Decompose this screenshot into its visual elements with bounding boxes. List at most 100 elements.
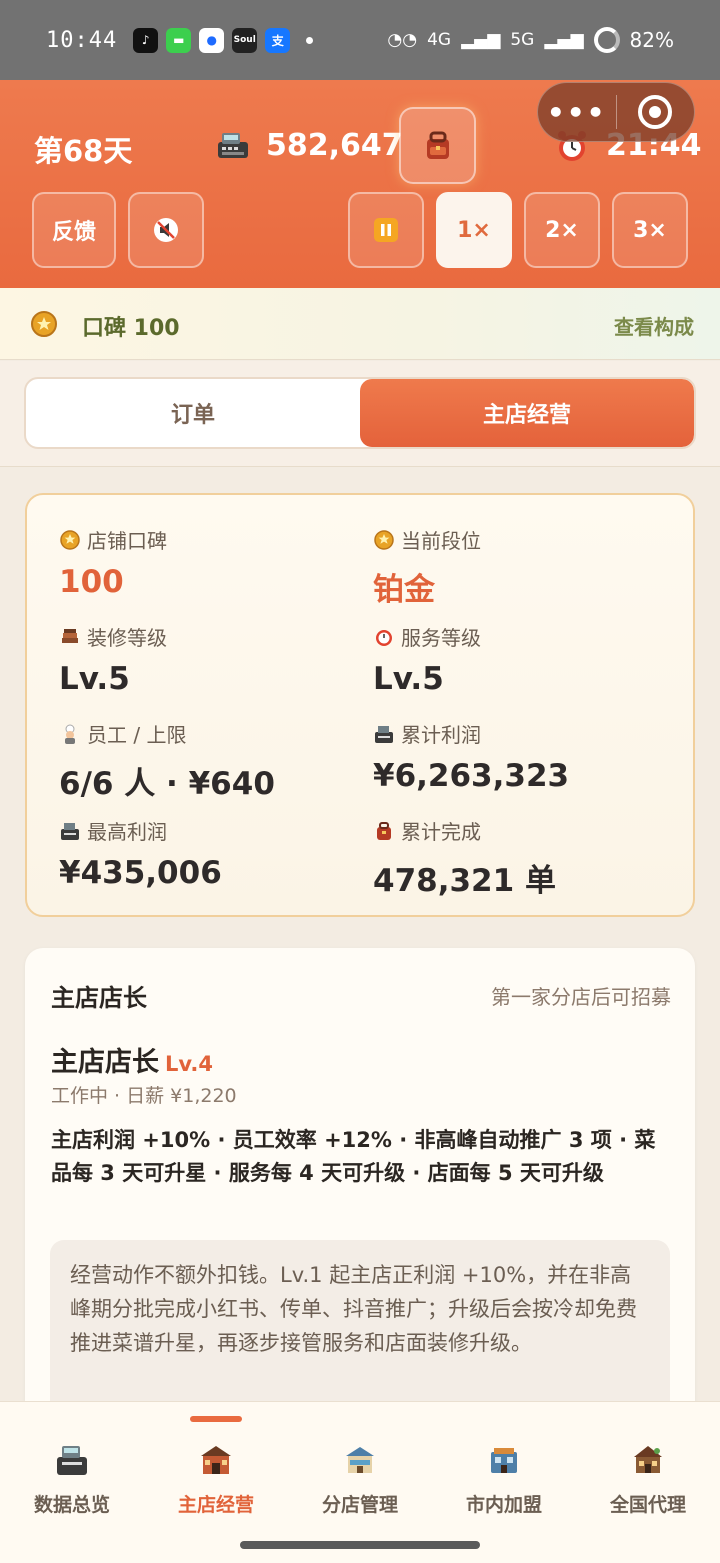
status-time: 10:44 bbox=[46, 27, 118, 53]
pause-button[interactable] bbox=[348, 192, 424, 268]
tab-orders[interactable]: 订单 bbox=[26, 379, 360, 447]
stat-label: 服务等级 bbox=[401, 626, 481, 650]
stat-max-profit: 最高利润 ¥435,006 bbox=[59, 816, 359, 891]
pause-icon bbox=[374, 218, 398, 242]
manager-level: Lv.4 bbox=[165, 1052, 213, 1076]
stat-total-profit: 累计利润 ¥6,263,323 bbox=[373, 719, 673, 794]
star-coin-icon bbox=[60, 529, 80, 550]
manager-name: 主店店长 Lv.4 bbox=[51, 1040, 213, 1079]
store-manager-card: 主店店长 第一家分店后可招募 主店店长 Lv.4 工作中 · 日薪 ¥1,220 … bbox=[25, 948, 695, 1468]
alarm-clock-icon bbox=[376, 629, 392, 646]
speed-2x-button[interactable]: 2× bbox=[524, 192, 600, 268]
status-bar: 10:44 ♪ ▬ ● Soul 支 ◔◔ 4G ▂▄▆ 5G ▂▄▆ 82% bbox=[0, 0, 720, 80]
game-header: 第68天 582,647 21:44 ••• 反馈 1× 2× 3× bbox=[0, 80, 720, 288]
stat-value: 6/6 人 · ¥640 bbox=[59, 766, 275, 802]
stat-decor-level: 装修等级 Lv.5 bbox=[59, 622, 359, 697]
active-tab-indicator bbox=[190, 1416, 242, 1422]
tiktok-icon: ♪ bbox=[133, 27, 159, 53]
more-menu-button[interactable]: ••• bbox=[538, 96, 616, 129]
signal-icon: ▂▄▆ bbox=[461, 30, 501, 50]
day-counter: 第68天 bbox=[34, 134, 133, 168]
speed-3x-button[interactable]: 3× bbox=[612, 192, 688, 268]
national-agency-icon bbox=[634, 1446, 662, 1473]
cash-register-icon bbox=[218, 133, 248, 158]
stat-value: ¥435,006 bbox=[59, 855, 222, 891]
network-4g-label: 4G bbox=[427, 30, 452, 50]
battery-level: 82% bbox=[629, 28, 674, 52]
inventory-bag-button[interactable] bbox=[399, 107, 476, 184]
tab-bar-wrapper: 订单 主店经营 bbox=[0, 361, 720, 467]
nav-item-city-franchise[interactable]: 市内加盟 bbox=[432, 1442, 576, 1517]
target-icon bbox=[638, 95, 673, 129]
manager-name-text: 主店店长 bbox=[51, 1047, 159, 1078]
stat-value: Lv.5 bbox=[59, 661, 130, 697]
nav-item-label: 数据总览 bbox=[33, 1494, 110, 1516]
star-coin-icon bbox=[374, 529, 394, 550]
recruit-note: 第一家分店后可招募 bbox=[491, 985, 671, 1009]
nav-item-main-store[interactable]: 主店经营 bbox=[144, 1442, 288, 1517]
stat-label: 最高利润 bbox=[87, 820, 167, 844]
miniprogram-capsule: ••• bbox=[537, 82, 695, 142]
manager-status: 工作中 · 日薪 ¥1,220 bbox=[51, 1085, 237, 1107]
backpack-icon bbox=[377, 821, 391, 840]
stat-label: 累计利润 bbox=[401, 723, 481, 747]
mute-button[interactable] bbox=[128, 192, 204, 268]
notification-apps: ♪ ▬ ● Soul 支 bbox=[133, 27, 314, 53]
stat-tier: 当前段位 铂金 bbox=[373, 525, 673, 609]
stat-value: 100 bbox=[59, 564, 124, 600]
browser-icon: ● bbox=[199, 27, 225, 53]
cash-register-icon bbox=[375, 725, 393, 743]
restaurant-icon bbox=[201, 1446, 231, 1474]
nav-item-national-agency[interactable]: 全国代理 bbox=[576, 1442, 720, 1517]
section-title: 主店店长 bbox=[51, 984, 147, 1012]
alipay-icon: 支 bbox=[265, 27, 291, 53]
feedback-button[interactable]: 反馈 bbox=[32, 192, 116, 268]
manager-bonus: 主店利润 +10% · 员工效率 +12% · 非高峰自动推广 3 项 · 菜品… bbox=[51, 1128, 656, 1185]
soul-icon: Soul bbox=[232, 27, 258, 53]
home-indicator[interactable] bbox=[240, 1541, 480, 1549]
speed-1x-button[interactable]: 1× bbox=[436, 192, 512, 268]
stat-value: ¥6,263,323 bbox=[373, 758, 570, 794]
stat-total-orders: 累计完成 478,321 单 bbox=[373, 816, 673, 900]
stat-staff: 员工 / 上限 6/6 人 · ¥640 bbox=[59, 719, 359, 803]
close-miniprogram-button[interactable] bbox=[617, 95, 695, 129]
battery-icon bbox=[593, 27, 620, 53]
stat-label: 店铺口碑 bbox=[87, 529, 167, 553]
bottom-nav: 数据总览 主店经营 分店管理 市内加盟 全国代理 bbox=[0, 1401, 720, 1563]
nav-item-branches[interactable]: 分店管理 bbox=[288, 1442, 432, 1517]
star-coin-icon bbox=[31, 311, 57, 337]
wifi-icon: ◔◔ bbox=[387, 30, 418, 50]
stat-label: 装修等级 bbox=[87, 626, 167, 650]
mute-icon bbox=[154, 218, 178, 242]
books-icon bbox=[62, 628, 78, 643]
city-franchise-icon bbox=[491, 1448, 517, 1473]
cash-register-icon bbox=[57, 1446, 87, 1475]
reputation-score: 口碑 100 bbox=[82, 316, 180, 341]
stat-value: 478,321 单 bbox=[373, 863, 556, 899]
more-notifications-dot bbox=[306, 36, 314, 44]
network-5g-label: 5G bbox=[510, 30, 535, 50]
store-stats-card: 店铺口碑 100 当前段位 铂金 装修等级 Lv.5 服务等级 Lv.5 员工 … bbox=[25, 493, 695, 917]
nav-item-label: 主店经营 bbox=[177, 1494, 254, 1516]
view-composition-link[interactable]: 查看构成 bbox=[614, 311, 694, 340]
backpack-icon bbox=[426, 131, 449, 159]
cash-register-icon bbox=[61, 822, 79, 840]
stat-label: 员工 / 上限 bbox=[87, 723, 187, 747]
stat-value: Lv.5 bbox=[373, 661, 444, 697]
signal-icon-2: ▂▄▆ bbox=[544, 30, 584, 50]
chef-icon bbox=[65, 724, 75, 744]
messages-icon: ▬ bbox=[166, 27, 192, 53]
branch-store-icon bbox=[346, 1447, 374, 1473]
segmented-tabs: 订单 主店经营 bbox=[24, 377, 696, 449]
stat-reputation: 店铺口碑 100 bbox=[59, 525, 359, 600]
nav-item-overview[interactable]: 数据总览 bbox=[0, 1442, 144, 1517]
reputation-bar: 口碑 100 查看构成 bbox=[0, 288, 720, 360]
status-right: ◔◔ 4G ▂▄▆ 5G ▂▄▆ 82% bbox=[387, 27, 674, 53]
tab-main-store[interactable]: 主店经营 bbox=[360, 379, 694, 447]
stat-label: 当前段位 bbox=[401, 529, 481, 553]
nav-item-label: 全国代理 bbox=[609, 1494, 686, 1516]
stat-value: 铂金 bbox=[373, 572, 435, 608]
nav-item-label: 市内加盟 bbox=[465, 1494, 542, 1516]
stat-service-level: 服务等级 Lv.5 bbox=[373, 622, 673, 697]
stat-label: 累计完成 bbox=[401, 820, 481, 844]
